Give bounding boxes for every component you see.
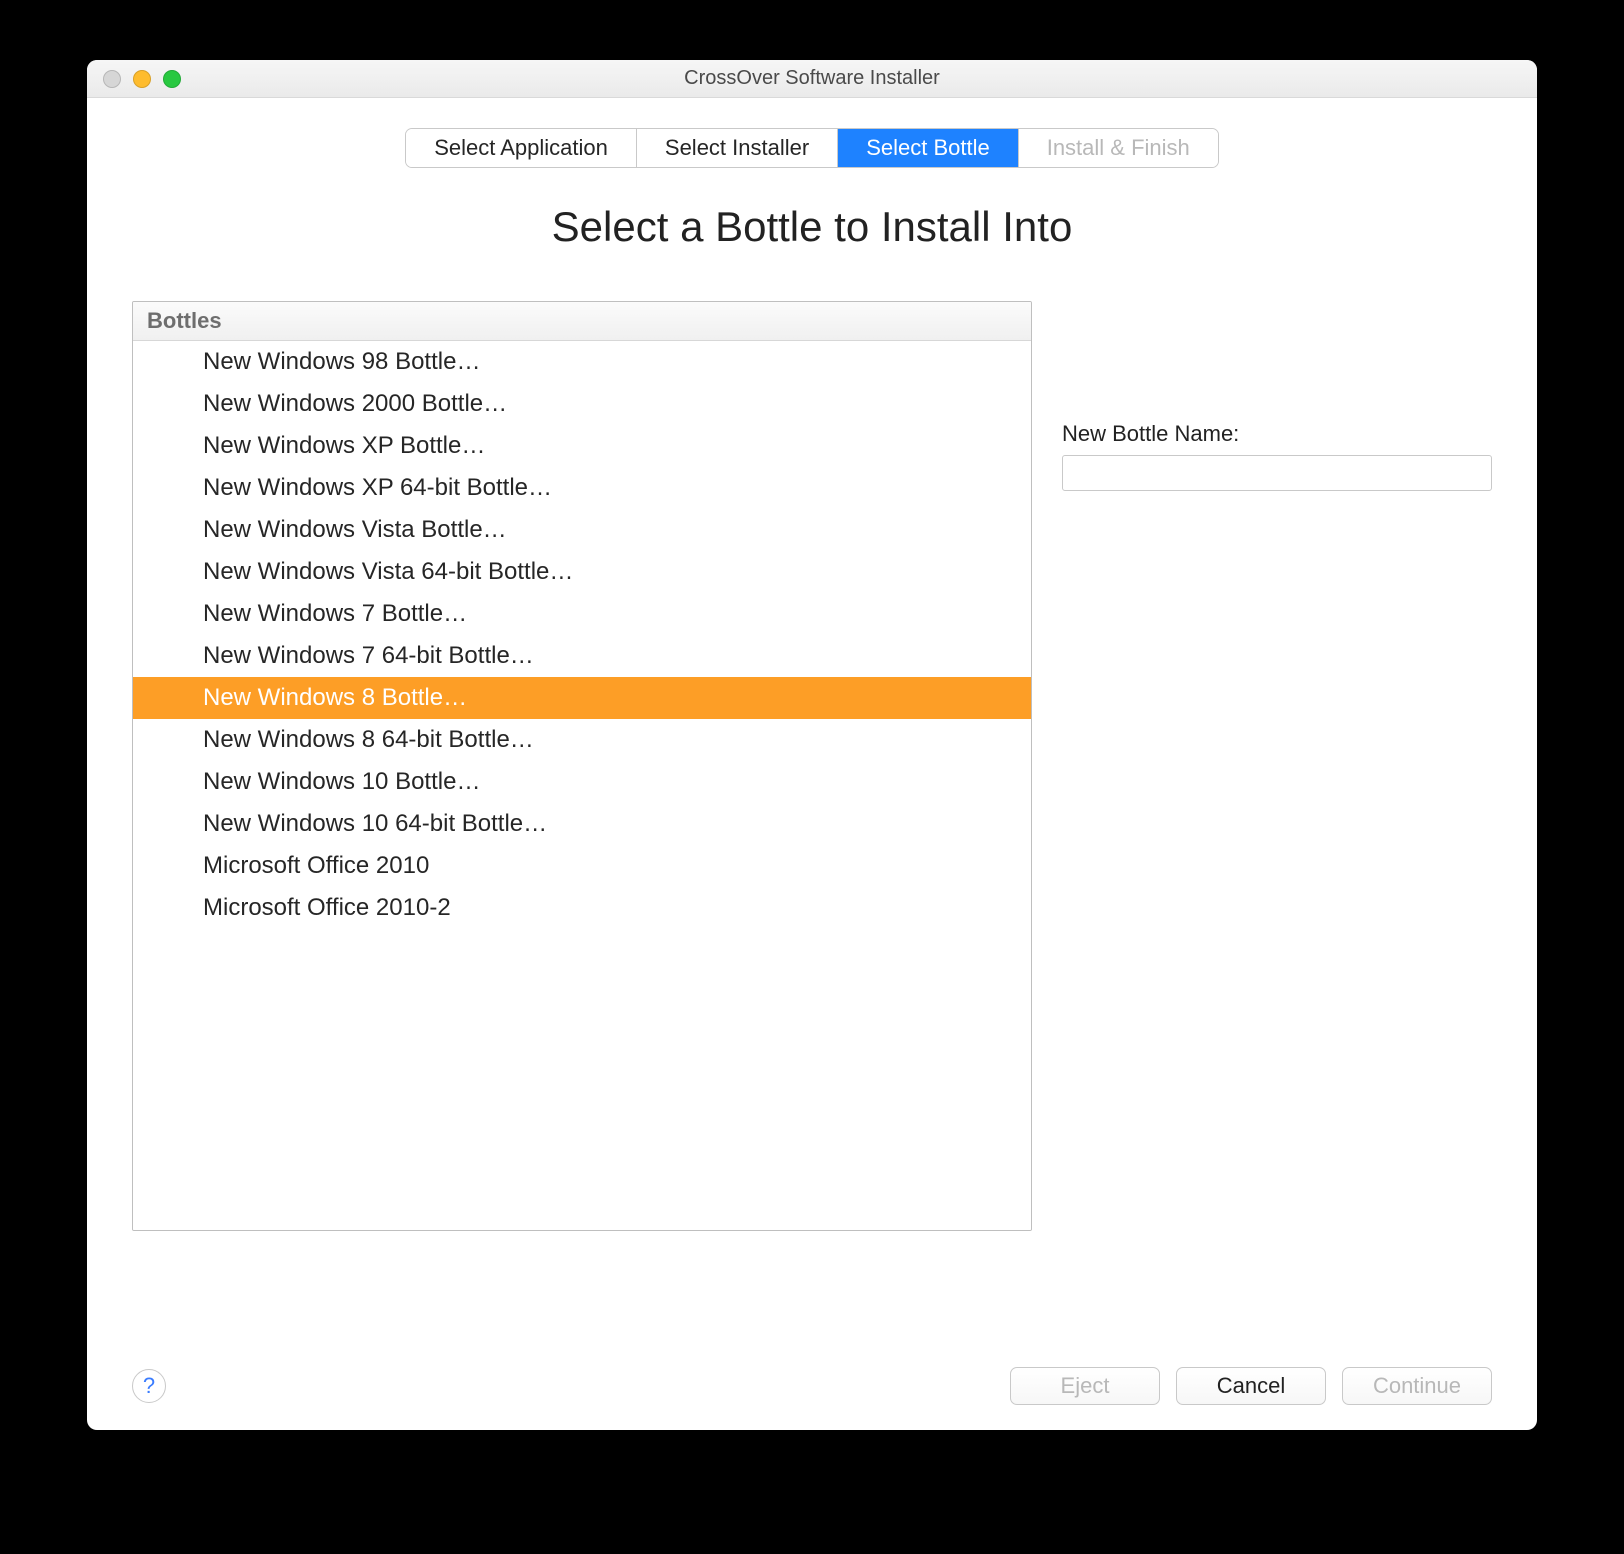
- new-bottle-name-label: New Bottle Name:: [1062, 421, 1492, 447]
- list-item[interactable]: New Windows XP Bottle…: [133, 425, 1031, 467]
- bottles-list[interactable]: New Windows 98 Bottle…New Windows 2000 B…: [133, 341, 1031, 1230]
- list-item[interactable]: New Windows Vista 64-bit Bottle…: [133, 551, 1031, 593]
- content-area: Select Application Select Installer Sele…: [87, 98, 1537, 1430]
- eject-button: Eject: [1010, 1367, 1160, 1405]
- step-tabs: Select Application Select Installer Sele…: [405, 128, 1219, 168]
- tab-select-application[interactable]: Select Application: [406, 129, 637, 167]
- list-item[interactable]: New Windows 7 64-bit Bottle…: [133, 635, 1031, 677]
- titlebar: CrossOver Software Installer: [87, 60, 1537, 98]
- list-item[interactable]: New Windows 10 64-bit Bottle…: [133, 803, 1031, 845]
- tab-install-finish: Install & Finish: [1019, 129, 1218, 167]
- list-item[interactable]: New Windows Vista Bottle…: [133, 509, 1031, 551]
- list-item[interactable]: New Windows 2000 Bottle…: [133, 383, 1031, 425]
- list-item[interactable]: New Windows 8 Bottle…: [133, 677, 1031, 719]
- list-item[interactable]: New Windows XP 64-bit Bottle…: [133, 467, 1031, 509]
- list-item[interactable]: Microsoft Office 2010: [133, 845, 1031, 887]
- new-bottle-name-input[interactable]: [1062, 455, 1492, 491]
- list-item[interactable]: Microsoft Office 2010-2: [133, 887, 1031, 929]
- continue-button: Continue: [1342, 1367, 1492, 1405]
- list-item[interactable]: New Windows 8 64-bit Bottle…: [133, 719, 1031, 761]
- footer: ? Eject Cancel Continue: [132, 1342, 1492, 1405]
- page-heading: Select a Bottle to Install Into: [132, 203, 1492, 251]
- middle-pane: Bottles New Windows 98 Bottle…New Window…: [132, 301, 1492, 1342]
- installer-window: CrossOver Software Installer Select Appl…: [87, 60, 1537, 1430]
- cancel-button[interactable]: Cancel: [1176, 1367, 1326, 1405]
- tab-select-installer[interactable]: Select Installer: [637, 129, 838, 167]
- list-item[interactable]: New Windows 10 Bottle…: [133, 761, 1031, 803]
- bottles-list-header: Bottles: [133, 302, 1031, 341]
- side-pane: New Bottle Name:: [1062, 301, 1492, 1342]
- list-item[interactable]: New Windows 98 Bottle…: [133, 341, 1031, 383]
- list-item[interactable]: New Windows 7 Bottle…: [133, 593, 1031, 635]
- tab-select-bottle[interactable]: Select Bottle: [838, 129, 1019, 167]
- bottles-listbox: Bottles New Windows 98 Bottle…New Window…: [132, 301, 1032, 1231]
- help-button[interactable]: ?: [132, 1369, 166, 1403]
- window-title: CrossOver Software Installer: [87, 67, 1537, 90]
